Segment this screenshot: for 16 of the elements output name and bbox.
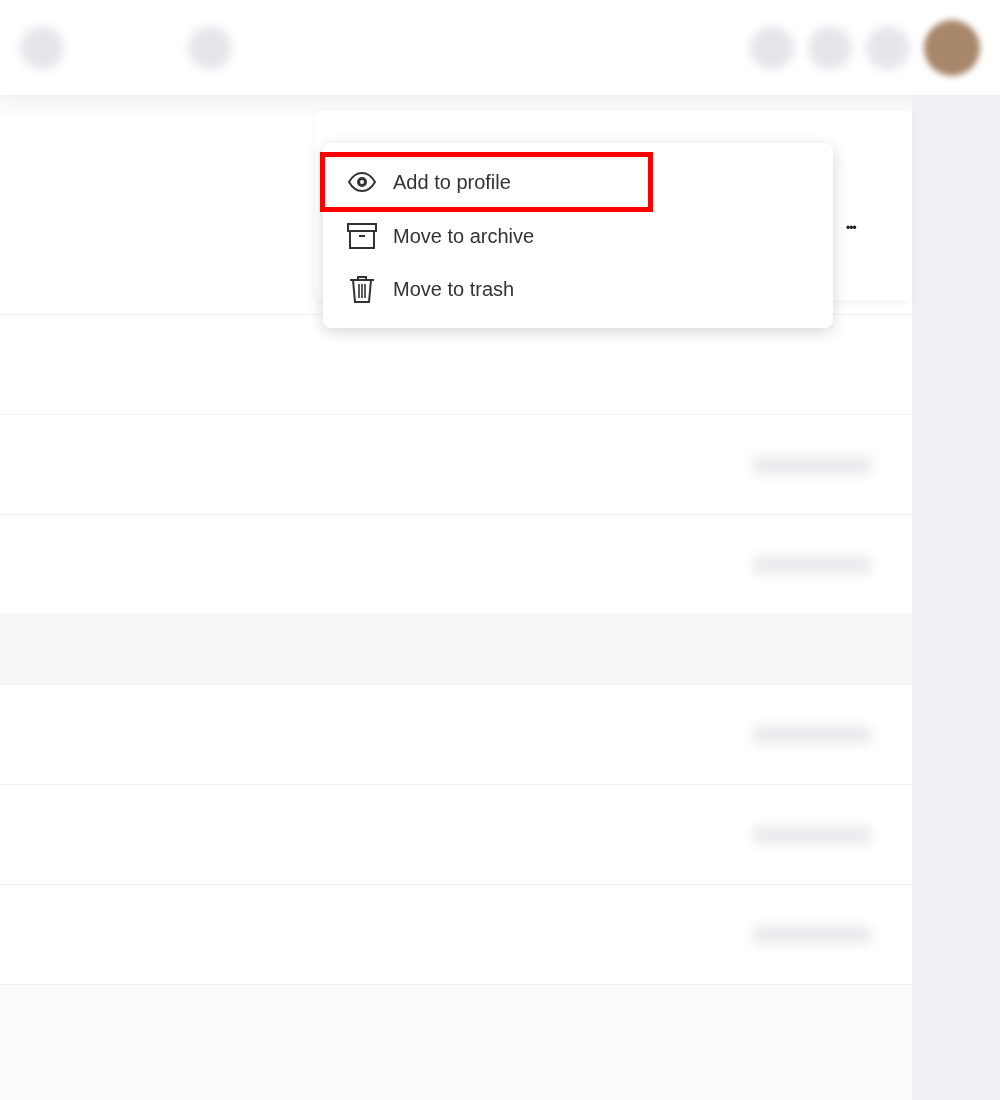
- toolbar-icon[interactable]: [20, 25, 64, 70]
- menu-item[interactable]: Move to trash: [320, 262, 653, 316]
- archive-icon: [347, 222, 377, 249]
- menu-label: Add to profile: [393, 170, 511, 195]
- menu-label: Move to archive: [393, 223, 535, 249]
- trash-icon: [347, 274, 377, 305]
- more-button[interactable]: •••: [842, 220, 860, 236]
- toolbar-icon[interactable]: [866, 25, 910, 70]
- menu-label: Move to trash: [393, 277, 515, 303]
- toolbar-icon[interactable]: [750, 25, 794, 70]
- menu-item[interactable]: Add to profile: [320, 152, 653, 212]
- toolbar-icon[interactable]: [188, 25, 232, 70]
- avatar[interactable]: [924, 19, 980, 76]
- toolbar-icon[interactable]: [808, 25, 852, 70]
- menu-item[interactable]: Move to archive: [320, 209, 653, 263]
- eye-icon: [347, 171, 377, 193]
